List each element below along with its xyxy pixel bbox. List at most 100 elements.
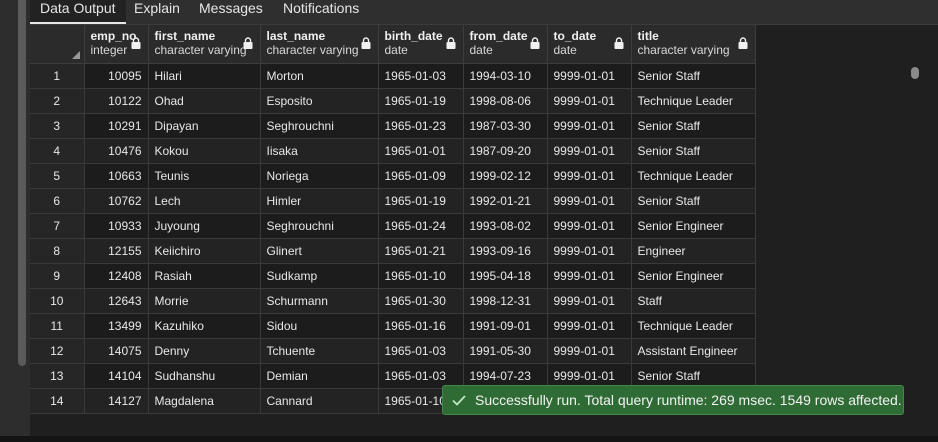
cell-to-date[interactable]: 9999-01-01 — [547, 163, 632, 189]
table-row[interactable]: 8 12155 Keiichiro Glinert 1965-01-21 1993-09-… — [30, 238, 756, 264]
cell-emp-no[interactable]: 12643 — [84, 288, 149, 314]
column-header-to-date[interactable]: to_date date — [547, 25, 632, 64]
cell-first-name[interactable]: Ohad — [148, 88, 261, 114]
cell-title[interactable]: Senior Engineer — [631, 213, 756, 239]
row-number[interactable]: 10 — [30, 288, 85, 314]
row-number[interactable]: 11 — [30, 313, 85, 339]
cell-title[interactable]: Engineer — [631, 238, 756, 264]
cell-birth-date[interactable]: 1965-01-19 — [378, 188, 464, 214]
cell-last-name[interactable]: Sidou — [260, 313, 379, 339]
cell-from-date[interactable]: 1993-08-02 — [463, 213, 548, 239]
cell-first-name[interactable]: Juyoung — [148, 213, 261, 239]
cell-title[interactable]: Staff — [631, 288, 756, 314]
cell-to-date[interactable]: 9999-01-01 — [547, 238, 632, 264]
cell-first-name[interactable]: Magdalena — [148, 388, 261, 414]
column-header-first-name[interactable]: first_name character varying — [148, 25, 261, 64]
row-number[interactable]: 5 — [30, 163, 85, 189]
cell-from-date[interactable]: 1987-03-30 — [463, 113, 548, 139]
cell-title[interactable]: Technique Leader — [631, 163, 756, 189]
table-row[interactable]: 12 14075 Denny Tchuente 1965-01-03 1991-05-30… — [30, 338, 756, 364]
cell-title[interactable]: Senior Staff — [631, 188, 756, 214]
cell-last-name[interactable]: Morton — [260, 63, 379, 89]
cell-emp-no[interactable]: 10122 — [84, 88, 149, 114]
cell-birth-date[interactable]: 1965-01-23 — [378, 113, 464, 139]
row-number[interactable]: 4 — [30, 138, 85, 164]
cell-to-date[interactable]: 9999-01-01 — [547, 213, 632, 239]
cell-to-date[interactable]: 9999-01-01 — [547, 113, 632, 139]
table-row[interactable]: 2 10122 Ohad Esposito 1965-01-19 1998-08-06 99… — [30, 88, 756, 114]
cell-from-date[interactable]: 1993-09-16 — [463, 238, 548, 264]
cell-last-name[interactable]: Esposito — [260, 88, 379, 114]
table-row[interactable]: 10 12643 Morrie Schurmann 1965-01-30 1998-12-… — [30, 288, 756, 314]
column-header-title[interactable]: title character varying — [631, 25, 756, 64]
table-row[interactable]: 1 10095 Hilari Morton 1965-01-03 1994-03-10 99… — [30, 63, 756, 89]
cell-first-name[interactable]: Hilari — [148, 63, 261, 89]
vertical-scrollbar-thumb[interactable] — [911, 67, 919, 79]
cell-title[interactable]: Senior Engineer — [631, 263, 756, 289]
cell-first-name[interactable]: Denny — [148, 338, 261, 364]
row-number[interactable]: 13 — [30, 363, 85, 389]
cell-last-name[interactable]: Schurmann — [260, 288, 379, 314]
cell-to-date[interactable]: 9999-01-01 — [547, 88, 632, 114]
cell-from-date[interactable]: 1991-09-01 — [463, 313, 548, 339]
cell-last-name[interactable]: Himler — [260, 188, 379, 214]
cell-birth-date[interactable]: 1965-01-03 — [378, 63, 464, 89]
tab-data-output[interactable]: Data Output — [30, 0, 126, 24]
cell-birth-date[interactable]: 1965-01-10 — [378, 263, 464, 289]
cell-first-name[interactable]: Lech — [148, 188, 261, 214]
cell-emp-no[interactable]: 10291 — [84, 113, 149, 139]
cell-from-date[interactable]: 1998-08-06 — [463, 88, 548, 114]
cell-title[interactable]: Senior Staff — [631, 113, 756, 139]
cell-to-date[interactable]: 9999-01-01 — [547, 138, 632, 164]
table-row[interactable]: 7 10933 Juyoung Seghrouchni 1965-01-24 1993-0… — [30, 213, 756, 239]
cell-first-name[interactable]: Kokou — [148, 138, 261, 164]
cell-emp-no[interactable]: 10933 — [84, 213, 149, 239]
cell-title[interactable]: Assistant Engineer — [631, 338, 756, 364]
cell-emp-no[interactable]: 12408 — [84, 263, 149, 289]
cell-to-date[interactable]: 9999-01-01 — [547, 338, 632, 364]
cell-from-date[interactable]: 1992-01-21 — [463, 188, 548, 214]
cell-emp-no[interactable]: 10762 — [84, 188, 149, 214]
row-number-header[interactable] — [30, 25, 85, 64]
cell-from-date[interactable]: 1995-04-18 — [463, 263, 548, 289]
tab-notifications[interactable]: Notifications — [273, 0, 369, 22]
cell-to-date[interactable]: 9999-01-01 — [547, 188, 632, 214]
cell-birth-date[interactable]: 1965-01-30 — [378, 288, 464, 314]
cell-to-date[interactable]: 9999-01-01 — [547, 263, 632, 289]
cell-first-name[interactable]: Morrie — [148, 288, 261, 314]
cell-last-name[interactable]: Glinert — [260, 238, 379, 264]
row-number[interactable]: 9 — [30, 263, 85, 289]
row-number[interactable]: 12 — [30, 338, 85, 364]
cell-emp-no[interactable]: 14127 — [84, 388, 149, 414]
cell-birth-date[interactable]: 1965-01-03 — [378, 338, 464, 364]
table-row[interactable]: 11 13499 Kazuhiko Sidou 1965-01-16 1991-09-01… — [30, 313, 756, 339]
tab-messages[interactable]: Messages — [189, 0, 273, 22]
cell-last-name[interactable]: Sudkamp — [260, 263, 379, 289]
row-number[interactable]: 7 — [30, 213, 85, 239]
cell-last-name[interactable]: Demian — [260, 363, 379, 389]
cell-birth-date[interactable]: 1965-01-16 — [378, 313, 464, 339]
cell-from-date[interactable]: 1998-12-31 — [463, 288, 548, 314]
cell-first-name[interactable]: Rasiah — [148, 263, 261, 289]
tab-explain[interactable]: Explain — [124, 0, 190, 22]
row-number[interactable]: 3 — [30, 113, 85, 139]
cell-title[interactable]: Technique Leader — [631, 313, 756, 339]
cell-emp-no[interactable]: 10095 — [84, 63, 149, 89]
table-row[interactable]: 4 10476 Kokou Iisaka 1965-01-01 1987-09-20 999… — [30, 138, 756, 164]
cell-from-date[interactable]: 1987-09-20 — [463, 138, 548, 164]
cell-birth-date[interactable]: 1965-01-21 — [378, 238, 464, 264]
cell-emp-no[interactable]: 14075 — [84, 338, 149, 364]
cell-emp-no[interactable]: 10476 — [84, 138, 149, 164]
cell-title[interactable]: Senior Staff — [631, 138, 756, 164]
left-scrollbar[interactable] — [18, 0, 26, 366]
cell-first-name[interactable]: Kazuhiko — [148, 313, 261, 339]
column-header-from-date[interactable]: from_date date — [463, 25, 548, 64]
column-header-last-name[interactable]: last_name character varying — [260, 25, 379, 64]
cell-from-date[interactable]: 1991-05-30 — [463, 338, 548, 364]
table-row[interactable]: 9 12408 Rasiah Sudkamp 1965-01-10 1995-04-18 9… — [30, 263, 756, 289]
cell-last-name[interactable]: Seghrouchni — [260, 213, 379, 239]
cell-birth-date[interactable]: 1965-01-01 — [378, 138, 464, 164]
row-number[interactable]: 6 — [30, 188, 85, 214]
cell-from-date[interactable]: 1994-03-10 — [463, 63, 548, 89]
cell-title[interactable]: Technique Leader — [631, 88, 756, 114]
